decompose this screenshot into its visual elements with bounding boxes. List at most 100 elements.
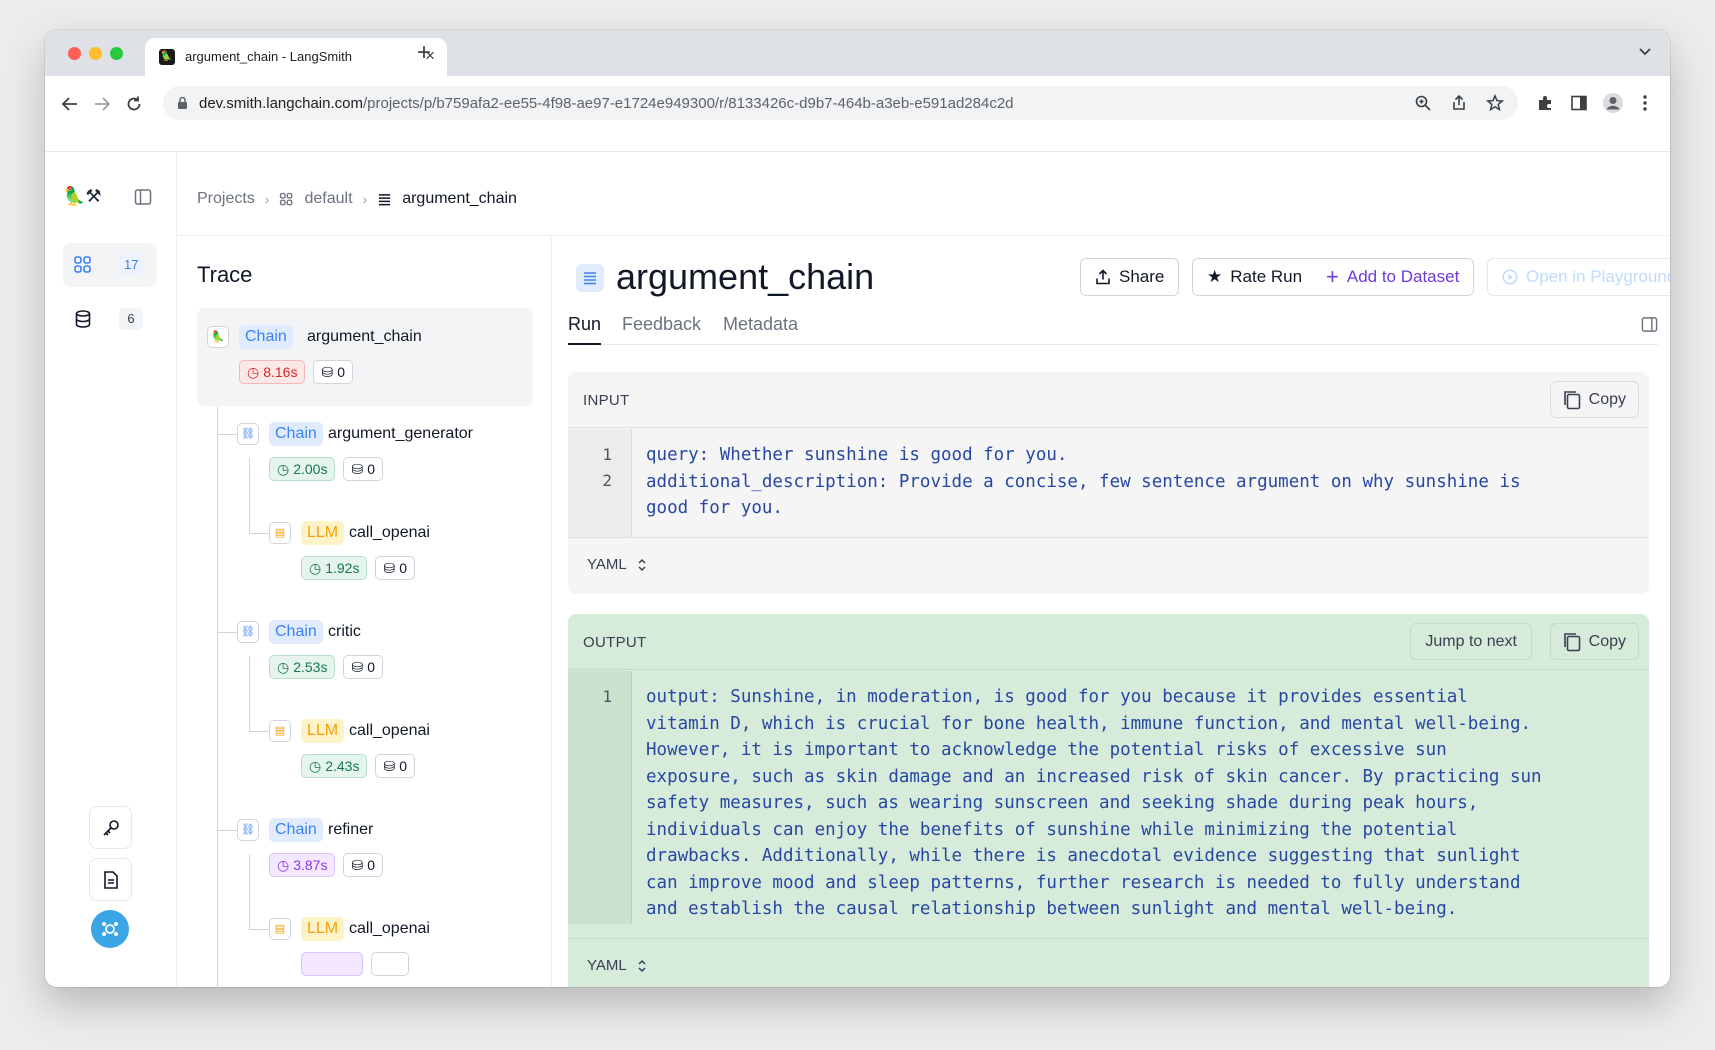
nav-datasets[interactable]: 6 [63,297,157,341]
breadcrumb-current: argument_chain [402,190,517,207]
close-window-button[interactable] [68,47,81,60]
browser-tab[interactable]: 🦜 argument_chain - LangSmith × [145,38,447,76]
tree-connector [217,434,237,435]
latency-badge [301,952,363,976]
tab-bar: 🦜 argument_chain - LangSmith × + [45,30,1670,76]
panel-toggle-icon[interactable] [1641,316,1658,333]
latency-badge: ◷ 1.92s [301,556,368,580]
output-format-row: YAML [568,938,1649,987]
line-gutter: 1 2 [568,429,632,537]
clock-icon: ◷ [247,364,260,380]
token-badge: ⛁ 0 [375,754,415,778]
output-label: OUTPUT [583,634,647,651]
trace-node-call-openai[interactable]: ▤ LLM call_openai [269,917,551,978]
forward-icon[interactable] [93,95,111,113]
back-icon[interactable] [61,95,79,113]
share-page-icon[interactable] [1450,94,1468,112]
new-tab-button[interactable]: + [417,39,431,67]
node-type-badge: Chain [269,818,323,842]
nav-projects[interactable]: 17 [63,243,157,287]
jump-to-next-button[interactable]: Jump to next [1410,623,1532,660]
extensions-icon[interactable] [1536,94,1554,112]
langsmith-logo-icon[interactable]: 🦜⚒ [63,186,102,207]
reload-icon[interactable] [125,95,143,113]
profile-avatar-icon[interactable] [1602,92,1624,114]
token-badge: ⛁ 0 [343,655,383,679]
plus-icon: + [1326,264,1339,289]
api-keys-button[interactable] [89,806,132,849]
node-name: refiner [328,821,374,838]
address-bar[interactable]: dev.smith.langchain.com/projects/p/b759a… [163,86,1518,120]
input-format-select[interactable]: YAML [587,556,647,573]
token-badge: ⛁ 0 [343,457,383,481]
collapse-sidebar-icon[interactable] [134,188,152,206]
trace-root-card[interactable]: 🦜 Chain argument_chain ◷ 8.16s ⛁ 0 [197,308,533,406]
node-metrics: ◷ 8.16s ⛁ 0 [239,360,353,384]
copy-input-button[interactable]: Copy [1549,381,1639,418]
side-panel-icon[interactable] [1570,94,1588,112]
breadcrumb-projects[interactable]: Projects [197,190,255,208]
maximize-window-button[interactable] [110,47,123,60]
rate-run-button[interactable]: ★ Rate Run [1192,258,1318,296]
tree-connector [249,533,269,534]
langsmith-favicon-icon: 🦜 [159,49,175,65]
tab-run[interactable]: Run [568,314,602,345]
copy-output-button[interactable]: Copy [1549,623,1639,660]
tab-feedback[interactable]: Feedback [622,314,701,343]
trace-title: Trace [197,262,253,287]
tab-title: argument_chain - LangSmith [185,49,352,64]
llm-message-icon: ▤ [269,918,291,940]
tree-connector [217,830,237,831]
line-gutter: 1 [568,671,632,924]
llm-message-icon: ▤ [269,522,291,544]
node-metrics: ◷ 2.00s ⛁ 0 [269,457,383,481]
breadcrumb-default[interactable]: default [304,190,352,208]
tab-list-chevron-icon[interactable] [1638,44,1652,58]
share-button[interactable]: Share [1080,258,1180,296]
run-list-icon [379,193,391,205]
user-avatar[interactable] [91,910,129,948]
node-name: argument_generator [328,425,473,442]
clock-icon: ◷ [309,758,322,774]
run-title: argument_chain [616,256,875,297]
output-format-select[interactable]: YAML [587,957,647,974]
node-type-badge: LLM [301,917,345,941]
input-card: INPUT Copy 1 2 query: Whether sunshine i… [568,372,1649,594]
zoom-icon[interactable] [1414,94,1432,112]
copy-icon [1563,390,1580,409]
browser-toolbar: dev.smith.langchain.com/projects/p/b759a… [45,76,1670,152]
database-icon [75,310,91,328]
clock-icon: ◷ [277,659,290,675]
docs-button[interactable] [89,858,132,901]
trace-node-critic[interactable]: ⛓ Chain critic ◷ 2.53s ⛁ 0 [237,620,537,681]
input-code-text: query: Whether sunshine is good for you.… [646,445,1521,518]
token-badge: ⛁ 0 [343,853,383,877]
clock-icon: ◷ [277,461,290,477]
open-in-playground-button[interactable]: Open in Playground [1487,258,1670,296]
tab-metadata[interactable]: Metadata [723,314,798,343]
trace-node-argument-generator[interactable]: ⛓ Chain argument_generator ◷ 2.00s ⛁ 0 [237,422,537,483]
trace-panel: Trace 🦜 Chain argument_chain ◷ 8.16s ⛁ 0… [177,236,552,987]
input-header: INPUT Copy [568,372,1649,428]
llm-message-icon: ▤ [269,720,291,742]
upload-icon [1096,269,1110,285]
node-type-badge: LLM [301,719,345,743]
trace-node-call-openai[interactable]: ▤ LLM call_openai ◷ 1.92s ⛁ 0 [269,521,551,582]
browser-menu-icon[interactable] [1642,94,1648,112]
trace-node-refiner[interactable]: ⛓ Chain refiner ◷ 3.87s ⛁ 0 [237,818,537,879]
node-metrics: ◷ 2.43s ⛁ 0 [301,754,415,778]
node-metrics: ◷ 2.53s ⛁ 0 [269,655,383,679]
user-icon [102,922,118,936]
trace-node-call-openai[interactable]: ▤ LLM call_openai ◷ 2.43s ⛁ 0 [269,719,551,780]
project-grid-icon [280,192,293,205]
latency-badge: ◷ 3.87s [269,853,336,877]
add-to-dataset-button[interactable]: + Add to Dataset [1312,258,1475,296]
output-header: OUTPUT Jump to next Copy [568,614,1649,670]
line-number: 2 [602,471,612,490]
bookmark-star-icon[interactable] [1486,94,1504,112]
minimize-window-button[interactable] [89,47,102,60]
clock-icon: ◷ [309,560,322,576]
trace-node-argument-chain[interactable]: 🦜 Chain argument_chain ◷ 8.16s ⛁ 0 [207,325,507,386]
chevron-up-down-icon [638,558,646,571]
token-badge [371,952,409,976]
